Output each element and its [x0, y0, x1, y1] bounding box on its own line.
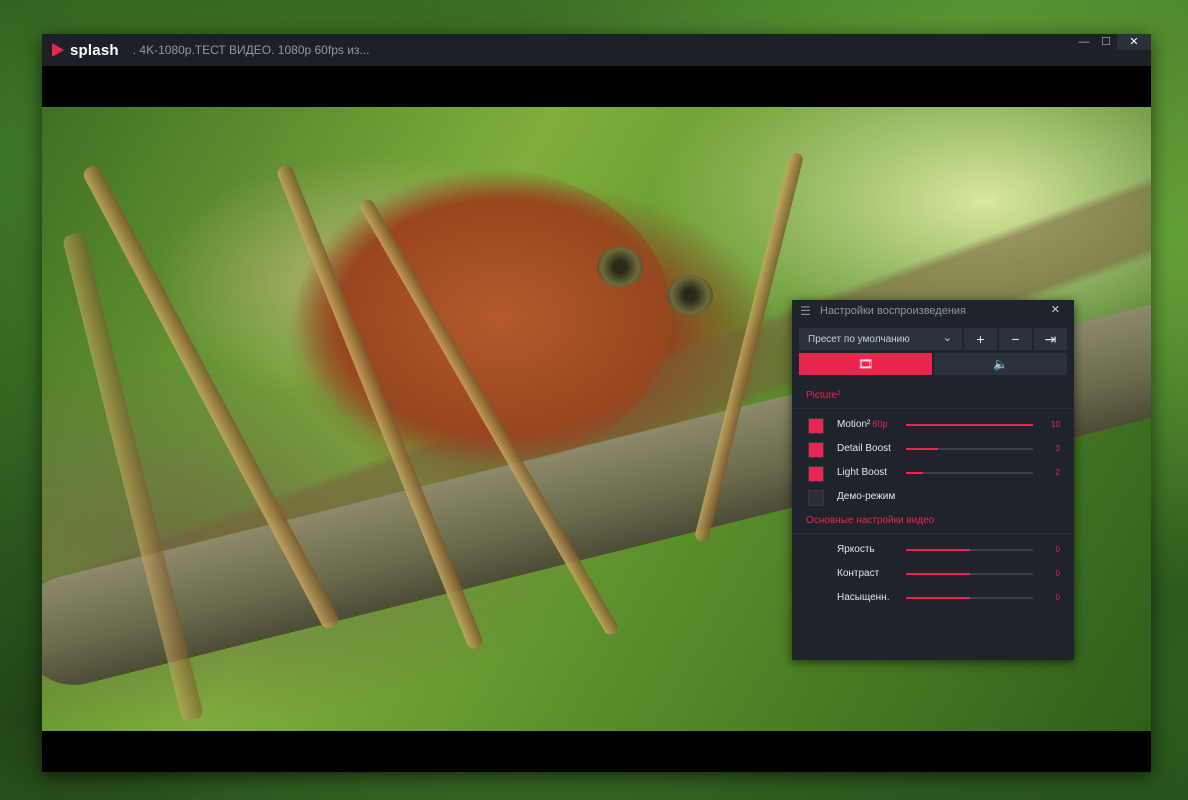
- setting-row-contrast: Контраст 0: [792, 562, 1074, 586]
- saturation-slider-fill: [906, 597, 970, 599]
- minimize-button[interactable]: —: [1073, 34, 1095, 50]
- motion-value: 10: [1051, 420, 1060, 429]
- contrast-label: Контраст: [837, 568, 880, 579]
- panel-tabs: 🎞 🔈: [799, 353, 1067, 375]
- setting-row-detail-boost: Detail Boost 3: [792, 437, 1074, 461]
- motion-slider-fill: [906, 424, 1033, 426]
- eye-right-image: [667, 275, 713, 315]
- light-boost-slider-fill: [906, 472, 923, 474]
- window-title: . 4K-1080p.ТЕСТ ВИДЕО. 1080p 60fps из...: [132, 43, 370, 57]
- demo-mode-label: Демо-режим: [837, 491, 896, 502]
- picture-section-title: Picture²: [806, 390, 841, 401]
- brightness-slider-fill: [906, 549, 970, 551]
- playback-settings-panel: ☰ Настройки воспроизведения ✕ Пресет по …: [792, 300, 1074, 660]
- video-section-title: Основные настройки видео: [806, 515, 935, 526]
- move-preset-button[interactable]: ⇥: [1034, 328, 1067, 350]
- contrast-value: 0: [1055, 569, 1060, 578]
- demo-mode-checkbox[interactable]: [808, 490, 824, 506]
- brightness-slider[interactable]: [906, 549, 1033, 551]
- speaker-icon: 🔈: [993, 357, 1008, 371]
- window-controls: — ☐ ✕: [1073, 34, 1151, 52]
- setting-row-light-boost: Light Boost 2: [792, 461, 1074, 485]
- motion-sublabel: 60p: [872, 419, 888, 429]
- detail-boost-value: 3: [1055, 444, 1060, 453]
- close-button[interactable]: ✕: [1117, 34, 1151, 50]
- panel-title: Настройки воспроизведения: [820, 305, 967, 317]
- brightness-label: Яркость: [837, 544, 875, 555]
- setting-row-demo: Демо-режим: [792, 485, 1074, 509]
- light-boost-label: Light Boost: [837, 467, 888, 478]
- preset-row: Пресет по умолчанию ⌄ + − ⇥: [799, 328, 1067, 350]
- setting-row-motion: Motion² 60p 10: [792, 413, 1074, 437]
- add-preset-button[interactable]: +: [964, 328, 997, 350]
- setting-row-brightness: Яркость 0: [792, 538, 1074, 562]
- contrast-slider[interactable]: [906, 573, 1033, 575]
- detail-boost-label: Detail Boost: [837, 443, 891, 454]
- panel-header[interactable]: ☰ Настройки воспроизведения ✕: [792, 300, 1074, 322]
- light-boost-checkbox[interactable]: [808, 466, 824, 482]
- brightness-value: 0: [1055, 545, 1060, 554]
- saturation-value: 0: [1055, 593, 1060, 602]
- preset-selected: Пресет по умолчанию: [808, 333, 910, 345]
- detail-boost-slider[interactable]: [906, 448, 1033, 450]
- light-boost-slider[interactable]: [906, 472, 1033, 474]
- contrast-slider-fill: [906, 573, 970, 575]
- motion-label: Motion² 60p: [837, 419, 888, 430]
- detail-boost-slider-fill: [906, 448, 938, 450]
- logo-text: splash: [70, 41, 119, 59]
- eye-left-image: [597, 247, 643, 287]
- motion-checkbox[interactable]: [808, 418, 824, 434]
- remove-preset-button[interactable]: −: [999, 328, 1032, 350]
- chevron-down-icon: ⌄: [942, 332, 952, 344]
- maximize-button[interactable]: ☐: [1095, 34, 1117, 50]
- tab-video[interactable]: 🎞: [799, 353, 932, 375]
- light-boost-value: 2: [1055, 468, 1060, 477]
- splash-logo[interactable]: splash: [52, 42, 119, 59]
- film-icon: 🎞: [857, 357, 874, 371]
- preset-dropdown[interactable]: Пресет по умолчанию ⌄: [799, 328, 962, 350]
- play-logo-icon: [52, 43, 64, 57]
- saturation-slider[interactable]: [906, 597, 1033, 599]
- detail-boost-checkbox[interactable]: [808, 442, 824, 458]
- title-bar[interactable]: splash . 4K-1080p.ТЕСТ ВИДЕО. 1080p 60fp…: [42, 34, 1151, 66]
- saturation-label: Насыщенн.: [837, 592, 890, 603]
- motion-slider[interactable]: [906, 424, 1033, 426]
- sliders-icon: ☰: [800, 304, 811, 318]
- setting-row-saturation: Насыщенн. 0: [792, 586, 1074, 610]
- tab-audio[interactable]: 🔈: [934, 353, 1067, 375]
- panel-close-button[interactable]: ✕: [1051, 303, 1060, 316]
